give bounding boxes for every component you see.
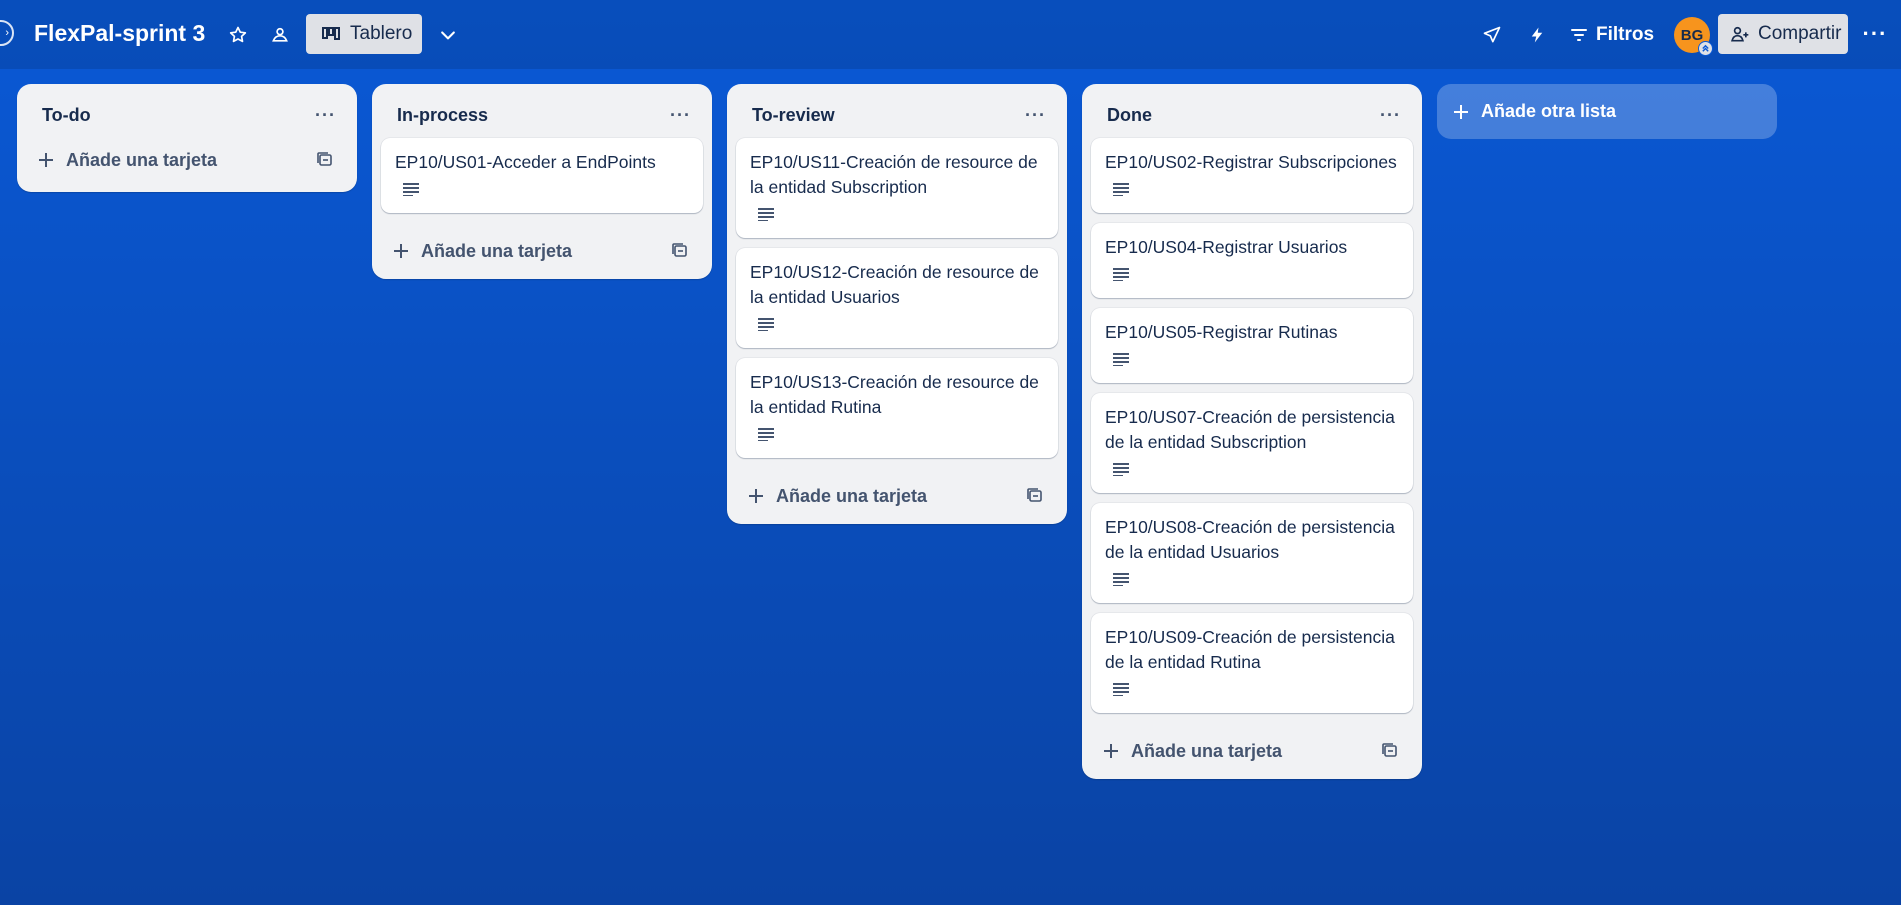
description-icon <box>758 428 774 442</box>
list-menu-icon[interactable]: ··· <box>1025 105 1046 126</box>
card-title: EP10/US07-Creación de persistencia de la… <box>1105 407 1395 452</box>
share-label: Compartir <box>1758 23 1842 44</box>
card-title: EP10/US08-Creación de persistencia de la… <box>1105 517 1395 562</box>
add-card-row: Añade una tarjeta <box>736 468 1058 524</box>
card[interactable]: EP10/US12-Creación de resource de la ent… <box>736 248 1058 348</box>
list-header: To-review ··· <box>736 84 1058 146</box>
share-button[interactable]: Compartir <box>1718 14 1848 54</box>
list-header: In-process ··· <box>381 84 703 146</box>
plus-icon <box>394 244 408 258</box>
expand-sidebar-icon[interactable]: › <box>0 20 14 46</box>
board-title[interactable]: FlexPal-sprint 3 <box>34 20 205 47</box>
workspace-visibility-icon[interactable] <box>264 19 296 51</box>
card-title: EP10/US04-Registrar Usuarios <box>1105 237 1348 257</box>
list-menu-icon[interactable]: ··· <box>1380 105 1401 126</box>
add-card-row: Añade una tarjeta <box>26 138 348 182</box>
add-member-icon <box>1731 26 1749 42</box>
card-title: EP10/US01-Acceder a EndPoints <box>395 152 656 172</box>
card[interactable]: EP10/US13-Creación de resource de la ent… <box>736 358 1058 458</box>
card[interactable]: EP10/US01-Acceder a EndPoints <box>381 138 703 213</box>
description-icon <box>1113 353 1129 367</box>
card-title: EP10/US11-Creación de resource de la ent… <box>750 152 1038 197</box>
card-template-icon[interactable] <box>1026 487 1044 505</box>
add-card-label: Añade una tarjeta <box>421 240 573 261</box>
avatar[interactable]: BG <box>1674 17 1713 56</box>
add-card-button[interactable]: Añade una tarjeta <box>393 241 572 262</box>
add-card-row: Añade una tarjeta <box>381 223 703 279</box>
board-view-icon <box>322 27 340 40</box>
card[interactable]: EP10/US05-Registrar Rutinas <box>1091 308 1413 383</box>
list-done: Done ··· EP10/US02-Registrar Subscripcio… <box>1082 84 1422 779</box>
list-menu-icon[interactable]: ··· <box>670 105 691 126</box>
card-title: EP10/US02-Registrar Subscripciones <box>1105 152 1397 172</box>
board-view-label: Tablero <box>350 23 413 44</box>
card[interactable]: EP10/US09-Creación de persistencia de la… <box>1091 613 1413 713</box>
description-icon <box>758 208 774 222</box>
list-header: To-do ··· <box>26 84 348 146</box>
card[interactable]: EP10/US11-Creación de resource de la ent… <box>736 138 1058 238</box>
description-icon <box>758 318 774 332</box>
description-icon <box>1113 463 1129 477</box>
avatar-initials: BG <box>1680 26 1704 44</box>
power-ups-icon[interactable] <box>1476 19 1508 51</box>
card-title: EP10/US13-Creación de resource de la ent… <box>750 372 1039 417</box>
description-icon <box>403 183 419 197</box>
add-card-button[interactable]: Añade una tarjeta <box>38 150 217 171</box>
add-card-label: Añade una tarjeta <box>1131 740 1283 761</box>
list-title[interactable]: To-do <box>42 105 91 126</box>
admin-badge-icon <box>1698 41 1713 56</box>
board-view-button[interactable]: Tablero <box>306 14 422 54</box>
list-title[interactable]: Done <box>1107 105 1152 126</box>
card[interactable]: EP10/US08-Creación de persistencia de la… <box>1091 503 1413 603</box>
plus-icon <box>749 489 763 503</box>
card-template-icon[interactable] <box>316 151 334 169</box>
chevron-down-icon[interactable] <box>432 19 464 51</box>
list-in-process: In-process ··· EP10/US01-Acceder a EndPo… <box>372 84 712 279</box>
card[interactable]: EP10/US07-Creación de persistencia de la… <box>1091 393 1413 493</box>
add-card-button[interactable]: Añade una tarjeta <box>1103 741 1282 762</box>
filter-icon <box>1571 29 1587 41</box>
card[interactable]: EP10/US04-Registrar Usuarios <box>1091 223 1413 298</box>
card[interactable]: EP10/US02-Registrar Subscripciones <box>1091 138 1413 213</box>
description-icon <box>1113 183 1129 197</box>
automation-icon[interactable] <box>1521 19 1553 51</box>
filters-label: Filtros <box>1596 24 1655 45</box>
plus-icon <box>1454 104 1468 119</box>
card-template-icon[interactable] <box>671 242 689 260</box>
card-title: EP10/US12-Creación de resource de la ent… <box>750 262 1039 307</box>
add-list-button[interactable]: Añade otra lista <box>1437 84 1777 139</box>
description-icon <box>1113 683 1129 697</box>
card-title: EP10/US09-Creación de persistencia de la… <box>1105 627 1395 672</box>
list-header: Done ··· <box>1091 84 1413 146</box>
list-menu-icon[interactable]: ··· <box>315 105 336 126</box>
card-title: EP10/US05-Registrar Rutinas <box>1105 322 1338 342</box>
plus-icon <box>39 153 53 167</box>
card-template-icon[interactable] <box>1381 742 1399 760</box>
list-to-do: To-do ··· Añade una tarjeta <box>17 84 357 192</box>
star-icon[interactable] <box>222 19 254 51</box>
add-list-label: Añade otra lista <box>1481 101 1617 121</box>
list-title[interactable]: In-process <box>397 105 488 126</box>
description-icon <box>1113 573 1129 587</box>
list-to-review: To-review ··· EP10/US11-Creación de reso… <box>727 84 1067 524</box>
add-card-button[interactable]: Añade una tarjeta <box>748 486 927 507</box>
filters-button[interactable]: Filtros <box>1570 18 1654 52</box>
list-title[interactable]: To-review <box>752 105 835 126</box>
add-card-label: Añade una tarjeta <box>776 485 928 506</box>
description-icon <box>1113 268 1129 282</box>
plus-icon <box>1104 744 1118 758</box>
board-header: › FlexPal-sprint 3 Tablero Filtros BG Co… <box>0 0 1901 69</box>
add-card-row: Añade una tarjeta <box>1091 723 1413 779</box>
add-card-label: Añade una tarjeta <box>66 149 218 170</box>
more-icon[interactable]: ··· <box>1860 19 1890 49</box>
